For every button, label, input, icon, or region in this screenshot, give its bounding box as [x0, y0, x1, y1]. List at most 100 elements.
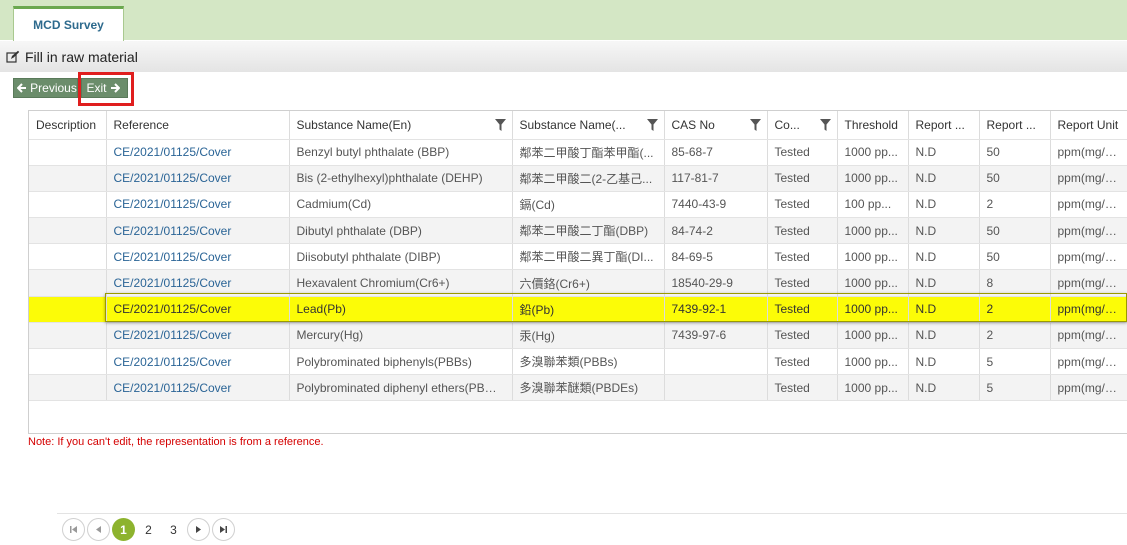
cell-cas-no: 7440-43-9 [664, 191, 768, 219]
cell-report-limit: 2 [979, 191, 1051, 219]
cell-conclusion: Tested [767, 374, 838, 402]
cell-substance-en: Diisobutyl phthalate (DIBP) [289, 243, 513, 271]
section-header: Fill in raw material [0, 41, 1127, 72]
cell-report-result: N.D [908, 217, 980, 245]
table-row[interactable]: CE/2021/01125/Cover Diisobutyl phthalate … [29, 243, 1127, 271]
cell-substance-en: Bis (2-ethylhexyl)phthalate (DEHP) [289, 165, 513, 192]
cell-substance-en: Dibutyl phthalate (DBP) [289, 217, 513, 245]
table-header-row: Description Reference Substance Name(En)… [29, 111, 1127, 140]
prev-page-button[interactable] [87, 518, 110, 541]
table-row[interactable]: CE/2021/01125/Cover Bis (2-ethylhexyl)pht… [29, 165, 1127, 192]
cell-substance-en: Cadmium(Cd) [289, 191, 513, 219]
cell-reference[interactable]: CE/2021/01125/Cover [106, 374, 290, 402]
table-row[interactable]: CE/2021/01125/Cover Polybrominated diphen… [29, 374, 1127, 402]
cell-reference[interactable]: CE/2021/01125/Cover [106, 243, 290, 271]
cell-reference[interactable]: CE/2021/01125/Cover [106, 165, 290, 192]
arrow-right-icon [110, 83, 120, 93]
filter-icon[interactable] [494, 119, 506, 134]
cell-report-limit: 2 [979, 322, 1051, 350]
cell-description [29, 139, 107, 166]
cell-reference[interactable]: CE/2021/01125/Cover [106, 269, 290, 297]
page-2[interactable]: 2 [137, 518, 160, 541]
cell-reference[interactable]: CE/2021/01125/Cover [106, 191, 290, 219]
cell-description [29, 269, 107, 297]
cell-substance-en: Polybrominated diphenyl ethers(PBDEs) [289, 374, 513, 402]
cell-report-unit: ppm(mg/kg) [1050, 217, 1127, 245]
cell-reference[interactable]: CE/2021/01125/Cover [106, 217, 290, 245]
cell-cas-no [664, 348, 768, 376]
col-reference[interactable]: Reference [106, 111, 290, 140]
table-row[interactable]: CE/2021/01125/Cover Benzyl butyl phthalat… [29, 139, 1127, 166]
cell-threshold: 100 pp... [837, 191, 909, 219]
col-cas-no[interactable]: CAS No [664, 111, 768, 140]
first-page-button[interactable] [62, 518, 85, 541]
table-row[interactable]: CE/2021/01125/Cover Lead(Pb) 鉛(Pb) 7439-92-… [29, 296, 1127, 323]
cell-report-limit: 5 [979, 348, 1051, 376]
cell-description [29, 296, 107, 323]
tab-mcd-survey[interactable]: MCD Survey [13, 6, 124, 41]
cell-report-result: N.D [908, 191, 980, 219]
cell-conclusion: Tested [767, 165, 838, 192]
cell-threshold: 1000 pp... [837, 243, 909, 271]
edit-icon [6, 50, 20, 64]
last-page-button[interactable] [212, 518, 235, 541]
cell-threshold: 1000 pp... [837, 139, 909, 166]
cell-report-limit: 8 [979, 269, 1051, 297]
cell-report-unit: ppm(mg/kg) [1050, 139, 1127, 166]
cell-threshold: 1000 pp... [837, 165, 909, 192]
cell-report-limit: 50 [979, 243, 1051, 271]
cell-substance-local: 鉛(Pb) [512, 296, 665, 323]
table-row[interactable]: CE/2021/01125/Cover Mercury(Hg) 汞(Hg) 7439-… [29, 322, 1127, 350]
cell-report-result: N.D [908, 139, 980, 166]
exit-button[interactable]: Exit [81, 78, 128, 98]
cell-substance-local: 汞(Hg) [512, 322, 665, 350]
cell-report-result: N.D [908, 296, 980, 323]
table-row[interactable]: CE/2021/01125/Cover Dibutyl phthalate (DB… [29, 217, 1127, 245]
table-row[interactable]: CE/2021/01125/Cover Hexavalent Chromium(C… [29, 269, 1127, 297]
arrow-left-icon [17, 83, 27, 93]
col-substance-name-en[interactable]: Substance Name(En) [289, 111, 513, 140]
cell-substance-local: 鄰苯二甲酸二(2-乙基己... [512, 165, 665, 192]
table-row[interactable]: CE/2021/01125/Cover Polybrominated biphen… [29, 348, 1127, 376]
cell-cas-no: 85-68-7 [664, 139, 768, 166]
col-description[interactable]: Description [29, 111, 107, 140]
cell-cas-no: 117-81-7 [664, 165, 768, 192]
col-threshold[interactable]: Threshold [837, 111, 909, 140]
cell-reference[interactable]: CE/2021/01125/Cover [106, 139, 290, 166]
cell-substance-local: 鄰苯二甲酸丁酯苯甲酯(... [512, 139, 665, 166]
cell-substance-en: Mercury(Hg) [289, 322, 513, 350]
col-report-unit[interactable]: Report Unit [1050, 111, 1127, 140]
cell-reference[interactable]: CE/2021/01125/Cover [106, 296, 290, 323]
col-substance-name-local[interactable]: Substance Name(... [512, 111, 665, 140]
col-report-result[interactable]: Report ... [908, 111, 980, 140]
cell-reference[interactable]: CE/2021/01125/Cover [106, 348, 290, 376]
cell-threshold: 1000 pp... [837, 322, 909, 350]
table-row[interactable]: CE/2021/01125/Cover Cadmium(Cd) 鎘(Cd) 7440-… [29, 191, 1127, 219]
cell-substance-local: 鄰苯二甲酸二異丁酯(DI... [512, 243, 665, 271]
prev-page-icon [96, 526, 101, 533]
cell-report-unit: ppm(mg/kg) [1050, 243, 1127, 271]
cell-report-result: N.D [908, 322, 980, 350]
col-report-limit[interactable]: Report ... [979, 111, 1051, 140]
cell-description [29, 243, 107, 271]
filter-icon[interactable] [646, 119, 658, 134]
cell-report-limit: 50 [979, 139, 1051, 166]
col-conclusion[interactable]: Co... [767, 111, 838, 140]
page-3[interactable]: 3 [162, 518, 185, 541]
next-page-button[interactable] [187, 518, 210, 541]
cell-report-unit: ppm(mg/kg) [1050, 191, 1127, 219]
cell-reference[interactable]: CE/2021/01125/Cover [106, 322, 290, 350]
filter-icon[interactable] [819, 119, 831, 134]
cell-description [29, 322, 107, 350]
cell-description [29, 191, 107, 219]
cell-conclusion: Tested [767, 191, 838, 219]
cell-cas-no [664, 374, 768, 402]
substance-grid: Description Reference Substance Name(En)… [28, 110, 1127, 541]
cell-substance-local: 多溴聯苯類(PBBs) [512, 348, 665, 376]
page-1[interactable]: 1 [112, 518, 135, 541]
cell-report-unit: ppm(mg/kg) [1050, 348, 1127, 376]
cell-report-result: N.D [908, 269, 980, 297]
previous-button[interactable]: Previous [13, 78, 78, 98]
filter-icon[interactable] [749, 119, 761, 134]
cell-report-unit: ppm(mg/kg) [1050, 269, 1127, 297]
